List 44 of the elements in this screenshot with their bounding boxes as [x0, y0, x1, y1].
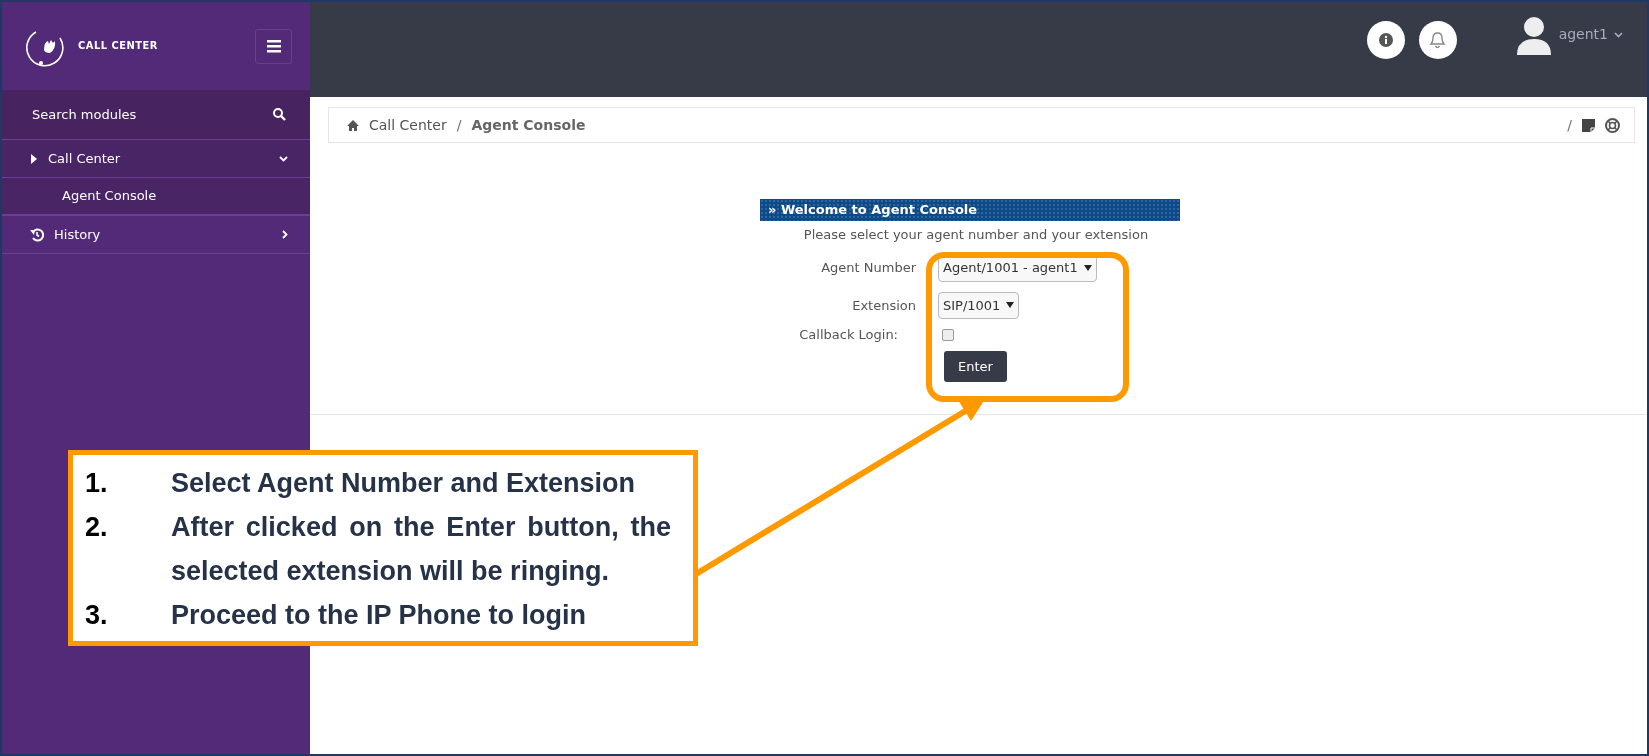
search-icon	[273, 108, 286, 121]
help-icon[interactable]	[1605, 117, 1620, 133]
sidebar-item-label: History	[54, 225, 102, 244]
breadcrumb-separator: /	[456, 115, 462, 135]
avatar-icon	[1514, 14, 1553, 55]
home-icon	[347, 119, 359, 131]
field-label: Extension	[851, 296, 917, 315]
dropdown-icon	[1006, 302, 1015, 309]
chevron-down-icon	[1614, 31, 1623, 38]
step-text: Select Agent Number and Extension	[171, 467, 637, 500]
step-text: After clicked on the Enter button, the selected extension will be ringing.	[171, 511, 671, 588]
notifications-button[interactable]	[1418, 20, 1457, 59]
logo-text: CALL CENTER	[78, 37, 158, 54]
step-number: 2.	[85, 511, 109, 544]
chevron-right-icon	[282, 230, 288, 239]
panel-title: » Welcome to Agent Console	[760, 199, 1180, 221]
field-label: Agent Number	[820, 259, 917, 277]
breadcrumb-current: Agent Console	[471, 115, 586, 135]
history-icon	[30, 227, 44, 242]
dropdown-icon	[1083, 264, 1092, 271]
breadcrumb-link[interactable]: Call Center	[369, 114, 447, 136]
menu-icon	[266, 39, 281, 53]
sidebar-item[interactable]: Call Center	[2, 140, 310, 178]
note-icon[interactable]	[1582, 118, 1595, 132]
step-number: 1.	[85, 467, 109, 500]
step-number: 3.	[85, 599, 109, 632]
select-field[interactable]: SIP/1001	[938, 291, 1020, 319]
bell-icon	[1428, 30, 1448, 49]
sidebar-subitem[interactable]: Agent Console	[2, 178, 310, 216]
user-menu[interactable]: agent1	[1558, 24, 1608, 45]
step-text: Proceed to the IP Phone to login	[171, 599, 588, 632]
checkbox[interactable]	[942, 328, 954, 341]
panel-subtitle: Please select your agent number and your extension	[802, 225, 1150, 244]
chevron-down-icon	[279, 155, 288, 162]
field-label: Callback Login:	[798, 326, 899, 344]
info-button[interactable]	[1366, 20, 1405, 59]
menu-button[interactable]	[255, 28, 292, 64]
sidebar-item-label: Call Center	[48, 149, 122, 168]
breadcrumb-separator: /	[1567, 115, 1572, 135]
caret-icon	[30, 153, 38, 164]
search-bar[interactable]: Search modules	[2, 90, 310, 140]
enter-button[interactable]: Enter	[944, 350, 1007, 382]
info-icon	[1378, 32, 1393, 47]
search-field[interactable]: Search modules	[30, 103, 273, 126]
